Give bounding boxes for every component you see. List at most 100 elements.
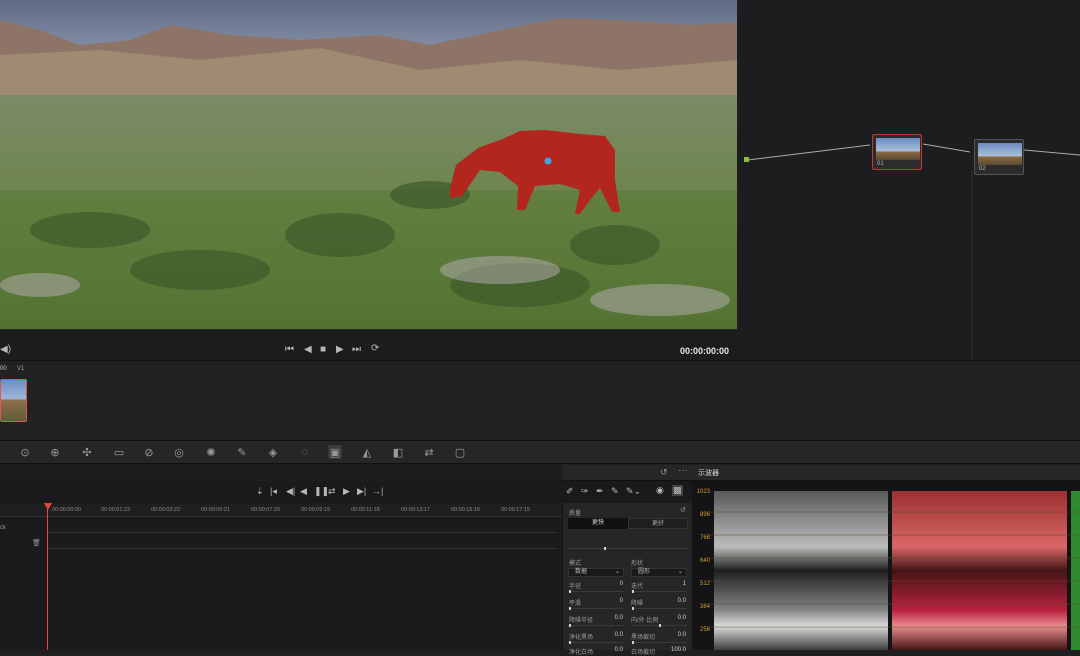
ruler-tick: 00:00:15:16 xyxy=(451,507,481,513)
go-to-first-frame-icon[interactable]: ⏮ xyxy=(285,344,294,355)
color-match-icon[interactable]: ⊕ xyxy=(48,445,62,459)
track-label: ck xyxy=(0,525,6,531)
row-value[interactable]: 0 xyxy=(603,598,623,604)
window-icon[interactable]: ◈ xyxy=(266,445,280,459)
row-value[interactable]: 0.0 xyxy=(603,632,623,638)
track-both-icon[interactable]: ⇄ xyxy=(328,486,336,497)
source-input-dot[interactable] xyxy=(744,157,749,162)
row-value[interactable]: 0.0 xyxy=(603,615,623,621)
blur-icon[interactable]: ◭ xyxy=(360,445,374,459)
track-backward-icon[interactable]: ◀ xyxy=(300,486,307,497)
quality-faster-button[interactable]: 更快 xyxy=(568,518,628,529)
play-icon[interactable]: ▶ xyxy=(336,344,344,355)
slider[interactable] xyxy=(631,607,687,610)
rgb-mixer-icon[interactable]: ⊘ xyxy=(142,445,156,459)
curves-icon[interactable]: ✺ xyxy=(204,445,218,459)
speaker-icon[interactable]: ◀) xyxy=(0,344,11,355)
playhead-handle[interactable] xyxy=(44,503,52,510)
quality-better-button[interactable]: 更好 xyxy=(628,518,688,529)
row-value[interactable]: 100.0 xyxy=(663,647,686,653)
node-label: 01 xyxy=(877,161,884,167)
track-area[interactable] xyxy=(0,517,562,650)
row-label: 平滑 xyxy=(569,601,582,607)
slider[interactable] xyxy=(631,641,687,644)
viewer-transport-bar: ◀) ⏮ ◀ ■ ▶ ⏭ ⟳ 00:00:00:00 xyxy=(0,329,737,360)
row-label: 降噪半径 xyxy=(569,618,594,624)
subtract-stroke-icon[interactable]: ✑ xyxy=(581,486,589,497)
key-icon[interactable]: ◧ xyxy=(391,445,405,459)
row-value[interactable]: 0.0 xyxy=(603,647,623,653)
track-reverse-icon[interactable]: ◀| xyxy=(286,486,295,497)
more-options-icon[interactable]: ··· xyxy=(678,465,688,476)
camera-raw-icon[interactable]: ⊙ xyxy=(18,445,32,459)
row-value[interactable]: 0.0 xyxy=(663,598,686,604)
stroke-tools: ✐ ✑ ✒ ✎ ✎⌄ ◉ ▩ xyxy=(562,481,692,503)
slider[interactable] xyxy=(631,590,687,593)
slider[interactable] xyxy=(631,624,687,627)
play-reverse-icon[interactable]: ◀ xyxy=(304,344,312,355)
pause-icon[interactable]: ❚❚ xyxy=(314,486,329,497)
row-value[interactable]: 1 xyxy=(663,581,686,587)
ruler-tick: 00:00:05:21 xyxy=(201,507,231,513)
go-to-last-frame-icon[interactable]: ⏭ xyxy=(352,344,361,355)
viewer-image xyxy=(0,0,737,329)
mask-overlay-icon[interactable]: ◉ xyxy=(656,485,664,496)
scope-scale-label: 1023 xyxy=(696,489,710,495)
track-forward-icon[interactable]: ▶ xyxy=(343,486,350,497)
reset-quality-icon[interactable]: ↺ xyxy=(680,506,686,514)
ruler-tick: 00:00:07:20 xyxy=(251,507,281,513)
palette-toolbar: ⊙ ⊕ ✣ ▭ ⊘ ◎ ✺ ✎ ◈ ◌ ▣ ◭ ◧ ⇄ ▢ xyxy=(0,440,1080,464)
scope-scale-label: 256 xyxy=(699,627,710,633)
step-back-icon[interactable]: |◂ xyxy=(270,486,277,497)
mask-timeline: ⇣ |◂ ◀| ◀ ❚❚ ⇄ ▶ ▶| →| ck 🗑 xyxy=(0,465,562,650)
node-label: 02 xyxy=(979,166,986,172)
viewer[interactable] xyxy=(0,0,737,329)
chevron-down-icon: ⌄ xyxy=(614,569,620,575)
track-lane xyxy=(48,525,558,533)
sizing-icon[interactable]: ⇄ xyxy=(422,445,436,459)
loop-icon[interactable]: ⟳ xyxy=(371,343,379,354)
brush-icon[interactable]: ✒ xyxy=(596,486,604,497)
stroke-dropdown-icon[interactable]: ✎⌄ xyxy=(626,486,641,497)
reset-icon[interactable]: ↺ xyxy=(660,467,668,478)
qualifier-eyedropper-icon[interactable]: ✎ xyxy=(235,445,249,459)
highlight-icon[interactable]: ▩ xyxy=(672,485,683,496)
slider[interactable] xyxy=(568,590,624,593)
slider[interactable] xyxy=(568,641,624,644)
magic-mask-icon[interactable]: ▣ xyxy=(328,445,342,459)
node-editor[interactable]: 01 02 xyxy=(738,0,1080,360)
clip-track: V1 xyxy=(17,366,25,372)
add-stroke-icon[interactable]: ✐ xyxy=(566,486,574,497)
row-value[interactable]: 0.0 xyxy=(663,615,686,621)
3d-icon[interactable]: ▢ xyxy=(453,445,467,459)
eraser-icon[interactable]: ✎ xyxy=(611,486,619,497)
node-02[interactable]: 02 xyxy=(974,139,1024,175)
ruler-tick: 00:00:09:19 xyxy=(301,507,331,513)
ruler-tick: 00:00:11:18 xyxy=(351,507,380,513)
color-wheels-icon[interactable]: ✣ xyxy=(80,445,94,459)
shape-select[interactable]: 圆形 ⌄ xyxy=(631,568,687,577)
track-reverse-one-icon[interactable]: ⇣ xyxy=(256,486,264,497)
qualifier-pick-dot[interactable] xyxy=(544,157,552,165)
node-01[interactable]: 01 xyxy=(872,134,922,170)
stop-icon[interactable]: ■ xyxy=(320,344,326,355)
row-label: 黑场裁切 xyxy=(631,635,656,641)
row-value[interactable]: 0 xyxy=(603,581,623,587)
row-label: 净化黑场 xyxy=(569,635,594,641)
step-forward-icon[interactable]: →| xyxy=(372,486,383,496)
playhead-line[interactable] xyxy=(47,505,48,650)
row-value[interactable]: 0.0 xyxy=(663,632,686,638)
slider[interactable] xyxy=(568,607,624,610)
timecode-display: 00:00:00:00 xyxy=(680,346,730,356)
clip-thumbnail[interactable] xyxy=(0,379,27,422)
tracker-icon[interactable]: ◌ xyxy=(298,445,312,459)
track-forward-end-icon[interactable]: ▶| xyxy=(357,486,366,497)
ruler-tick: 00:00:00:00 xyxy=(52,507,82,513)
hdr-icon[interactable]: ▭ xyxy=(112,445,126,459)
slider[interactable] xyxy=(568,624,624,627)
motion-effects-icon[interactable]: ◎ xyxy=(172,445,186,459)
shape-label: 形状 xyxy=(631,561,644,567)
mode-label: 模式 xyxy=(569,561,582,567)
trash-icon[interactable]: 🗑 xyxy=(32,539,41,547)
mode-select[interactable]: 数据 ⌄ xyxy=(568,568,624,577)
